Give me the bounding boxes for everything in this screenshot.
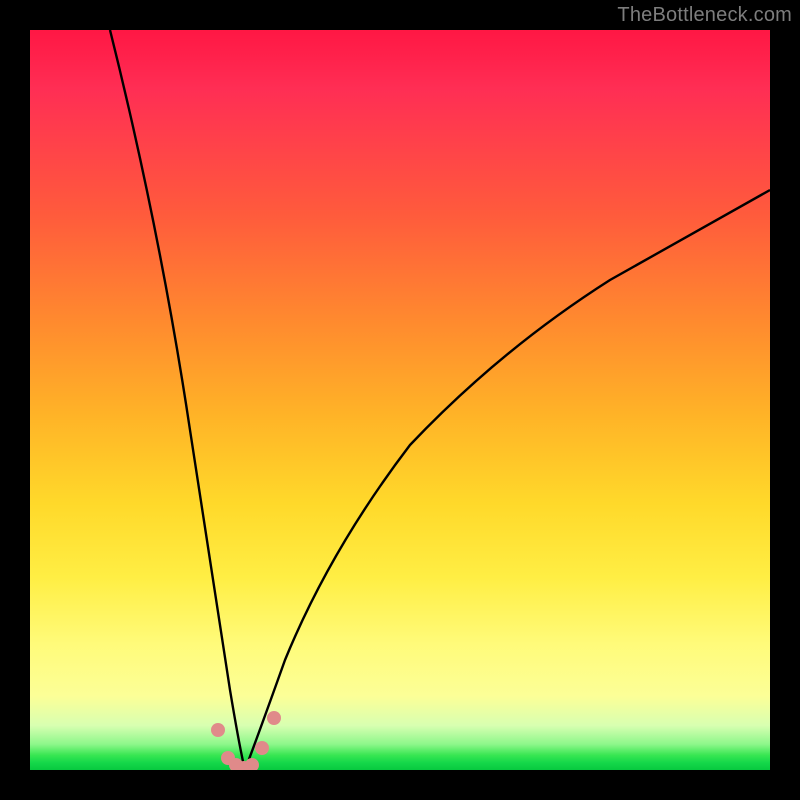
plot-area [30, 30, 770, 770]
curve-left [110, 30, 245, 770]
chart-frame: TheBottleneck.com [0, 0, 800, 800]
watermark-text: TheBottleneck.com [617, 4, 792, 27]
dip-markers [211, 711, 281, 770]
chart-svg [30, 30, 770, 770]
curve-right [245, 190, 770, 770]
